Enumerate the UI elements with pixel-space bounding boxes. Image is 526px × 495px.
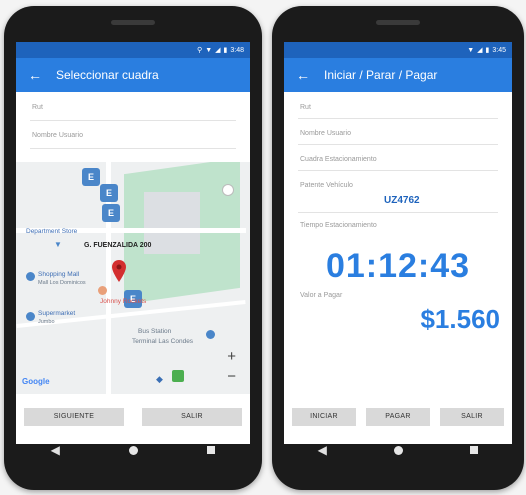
parking-marker[interactable]: E [100,184,118,202]
nav-back-icon[interactable]: ◀ [51,443,60,457]
back-arrow-icon[interactable]: ← [28,67,46,83]
battery-icon: ▮ [223,47,228,54]
my-location-icon[interactable] [222,184,234,196]
app-bar: ← Seleccionar cuadra [16,58,250,92]
status-time: 3:45 [492,46,506,54]
rut-field[interactable]: Rut [32,104,43,111]
signal-icon: ◢ [215,47,221,54]
status-time: 3:48 [230,46,244,54]
divider [30,148,236,149]
page-title: Iniciar / Parar / Pagar [324,68,438,82]
nav-home-icon[interactable] [394,445,404,455]
map-label-department-store: Department Store [26,228,78,235]
speaker [376,20,420,25]
pay-button[interactable]: PAGAR [366,408,430,426]
building [144,192,200,254]
amount-label: Valor a Pagar [300,292,343,299]
zoom-in-icon[interactable]: + [227,348,236,365]
divider [298,118,498,119]
screen-start-stop-pay: ▼ ◢ ▮ 3:45 ← Iniciar / Parar / Pagar Rut… [284,42,512,444]
google-logo: Google [22,377,50,386]
vehicle-plate-label: Patente Vehículo [300,182,353,189]
shopping-icon [26,272,35,281]
bus-icon [206,330,215,339]
map-label-restaurant: Johnny Rockets [100,298,147,305]
wifi-icon: ▼ [205,46,213,54]
rut-field: Rut [300,104,311,111]
status-bar: ▼ ◢ ▮ 3:45 [284,42,512,58]
map-label-shopping-mall: Shopping Mall [38,271,80,278]
phone-left: ⚲ ▼ ◢ ▮ 3:48 ← Seleccionar cuadra Rut No… [4,6,262,490]
divider [298,212,498,213]
button-row: INICIAR PAGAR SALIR [292,408,504,426]
supermarket-icon [26,312,35,321]
store-icon: ▼ [54,240,62,249]
wifi-icon: ▼ [467,46,475,54]
next-button[interactable]: SIGUIENTE [24,408,124,426]
nav-recent-icon[interactable] [207,446,216,454]
phone-right: ▼ ◢ ▮ 3:45 ← Iniciar / Parar / Pagar Rut… [272,6,524,490]
map[interactable]: E E E E ▼ Department Store G. FUENZALIDA… [16,162,250,394]
battery-icon: ▮ [485,47,490,54]
screen-select-block: ⚲ ▼ ◢ ▮ 3:48 ← Seleccionar cuadra Rut No… [16,42,250,444]
button-row: SIGUIENTE SALIR [24,408,242,426]
location-icon: ⚲ [197,47,203,54]
parking-marker[interactable]: E [102,204,120,222]
android-nav-bar: ◀ [284,434,512,466]
directions-icon[interactable]: ◆ [156,374,163,385]
page-title: Seleccionar cuadra [56,68,159,82]
map-pin-title: G. FUENZALIDA 200 [84,242,152,249]
divider [30,120,236,121]
signal-icon: ◢ [477,47,483,54]
user-name-field: Nombre Usuario [300,130,351,137]
nav-recent-icon[interactable] [470,446,479,454]
divider [298,144,498,145]
amount-value: $1.560 [420,304,500,334]
nav-back-icon[interactable]: ◀ [318,443,327,457]
divider [298,170,498,171]
map-label-mall-name: Mall Los Dominicos [38,280,86,286]
map-label-terminal: Terminal Las Condes [132,338,194,345]
android-nav-bar: ◀ [16,434,250,466]
exit-button[interactable]: SALIR [440,408,504,426]
parking-timer: 01:12:43 [325,247,471,285]
exit-button[interactable]: SALIR [142,408,242,426]
user-name-field[interactable]: Nombre Usuario [32,132,83,139]
location-pin-icon[interactable] [112,260,126,282]
back-arrow-icon[interactable]: ← [296,67,314,83]
parking-time-label: Tiempo Estacionamiento [300,222,377,229]
map-label-supermarket: Supermarket [38,310,76,317]
app-bar: ← Iniciar / Parar / Pagar [284,58,512,92]
vehicle-plate-value: UZ4762 [384,195,420,206]
restaurant-icon [98,286,107,295]
speaker [111,20,155,25]
start-button[interactable]: INICIAR [292,408,356,426]
parking-block-field: Cuadra Estacionamiento [300,156,377,163]
status-bar: ⚲ ▼ ◢ ▮ 3:48 [16,42,250,58]
maps-app-icon[interactable] [172,370,184,382]
map-label-supermarket-name: Jumbo [38,319,55,325]
nav-home-icon[interactable] [129,445,139,455]
zoom-out-icon[interactable]: − [227,368,236,385]
parking-marker[interactable]: E [82,168,100,186]
map-label-bus-station: Bus Station [138,328,172,335]
